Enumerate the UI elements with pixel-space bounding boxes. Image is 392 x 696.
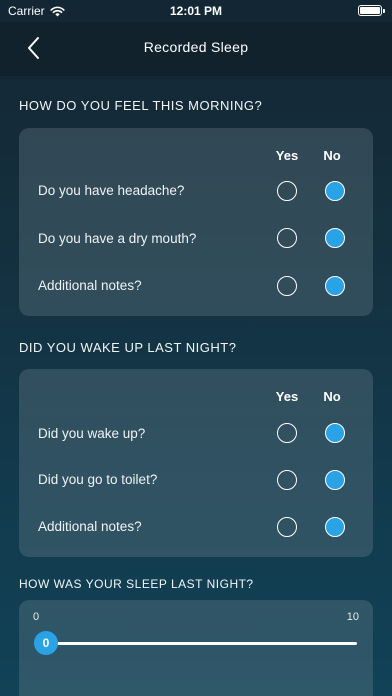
question-morning-notes: Additional notes? — [38, 278, 142, 293]
dry-mouth-yes-radio[interactable] — [277, 228, 297, 248]
night-notes-yes-radio[interactable] — [277, 517, 297, 537]
night-card: Yes No Did you wake up? Did you go to to… — [19, 369, 373, 557]
morning-notes-yes-radio[interactable] — [277, 276, 297, 296]
status-bar: Carrier 12:01 PM — [0, 0, 392, 22]
slider-max-label: 10 — [346, 611, 359, 623]
no-column-header: No — [323, 148, 341, 163]
dry-mouth-no-radio[interactable] — [325, 228, 345, 248]
status-right — [358, 4, 385, 16]
toilet-yes-radio[interactable] — [277, 470, 297, 490]
headache-no-radio[interactable] — [325, 181, 345, 201]
sleep-quality-slider-track[interactable] — [43, 642, 357, 645]
morning-section-title: HOW DO YOU FEEL THIS MORNING? — [19, 98, 263, 113]
morning-notes-no-radio[interactable] — [325, 276, 345, 296]
slider-min-label: 0 — [33, 611, 40, 623]
question-toilet: Did you go to toilet? — [38, 472, 158, 487]
no-column-header: No — [323, 389, 341, 404]
yes-column-header: Yes — [275, 389, 299, 404]
night-notes-no-radio[interactable] — [325, 517, 345, 537]
sleep-quality-card: 0 10 0 — [19, 600, 373, 696]
wake-up-yes-radio[interactable] — [277, 423, 297, 443]
battery-icon — [358, 5, 385, 16]
question-dry-mouth: Do you have a dry mouth? — [38, 231, 197, 246]
headache-yes-radio[interactable] — [277, 181, 297, 201]
page-title: Recorded Sleep — [143, 39, 249, 55]
question-night-notes: Additional notes? — [38, 519, 142, 534]
yes-column-header: Yes — [275, 148, 299, 163]
night-section-title: DID YOU WAKE UP LAST NIGHT? — [19, 340, 237, 355]
toilet-no-radio[interactable] — [325, 470, 345, 490]
question-wake-up: Did you wake up? — [38, 426, 146, 441]
nav-bar: Recorded Sleep — [0, 22, 392, 76]
question-headache: Do you have headache? — [38, 183, 185, 198]
status-time: 12:01 PM — [169, 4, 223, 18]
sleep-quality-title: HOW WAS YOUR SLEEP LAST NIGHT? — [19, 577, 254, 591]
morning-card: Yes No Do you have headache? Do you have… — [19, 128, 373, 316]
sleep-quality-slider-thumb[interactable]: 0 — [34, 631, 58, 655]
wake-up-no-radio[interactable] — [325, 423, 345, 443]
